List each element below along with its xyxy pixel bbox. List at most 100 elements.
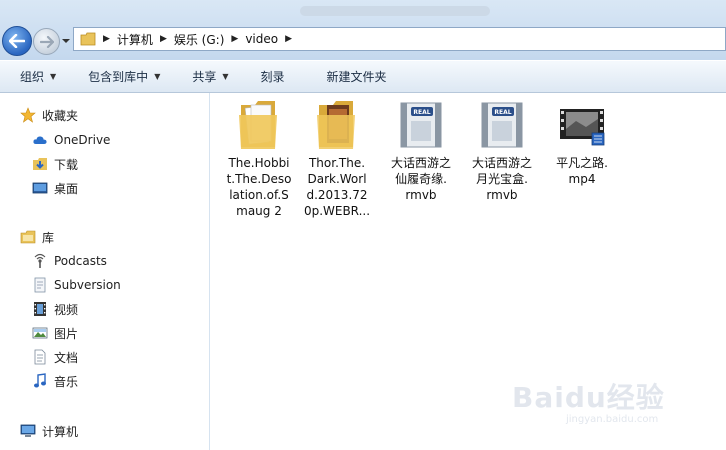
chevron-right-icon[interactable]: ▶ xyxy=(103,34,110,44)
file-item[interactable]: 平凡之路. mp4 xyxy=(544,99,620,187)
address-bar[interactable]: ▶ 计算机 ▶ 娱乐 (G:) ▶ video ▶ xyxy=(73,27,726,51)
new-folder-label: 新建文件夹 xyxy=(326,70,387,84)
file-name-line: d.2013.72 xyxy=(306,188,368,202)
file-name: 大话西游之 仙履奇缘. rmvb xyxy=(383,155,459,203)
arrow-left-icon xyxy=(9,34,25,48)
include-in-library-button[interactable]: 包含到库中 ▼ xyxy=(88,68,160,85)
watermark-subtext: jingyan.baidu.com xyxy=(566,414,659,425)
share-menu-button[interactable]: 共享 ▼ xyxy=(192,68,228,85)
video-file-icon xyxy=(560,109,605,146)
share-label: 共享 xyxy=(192,70,217,84)
forward-button[interactable] xyxy=(33,28,60,55)
dropdown-arrow-icon: ▼ xyxy=(50,72,57,81)
film-strip-icon xyxy=(34,302,46,316)
sidebar-item-podcasts[interactable]: Podcasts xyxy=(32,251,107,271)
chevron-right-icon[interactable]: ▶ xyxy=(285,34,292,44)
file-name-line: Thor.The. xyxy=(308,156,366,170)
folder-with-documents-icon xyxy=(239,101,277,149)
sidebar-label: 计算机 xyxy=(42,424,79,439)
sidebar-item-music[interactable]: 音乐 xyxy=(32,371,78,391)
real-badge-text: REAL xyxy=(494,109,511,116)
sidebar-item-subversion[interactable]: Subversion xyxy=(32,275,121,295)
file-name: The.Hobbi t.The.Deso lation.of.S maug 2 xyxy=(221,155,297,219)
file-name-line: mp4 xyxy=(568,172,596,186)
sidebar-label: 音乐 xyxy=(54,374,79,389)
file-name-line: 月光宝盒. xyxy=(476,172,528,186)
back-button[interactable] xyxy=(2,26,32,56)
chevron-right-icon[interactable]: ▶ xyxy=(160,34,167,44)
sidebar-item-downloads[interactable]: 下载 xyxy=(32,154,78,174)
file-name-line: Dark.Worl xyxy=(307,172,367,186)
realplayer-file-icon: REAL xyxy=(400,102,442,148)
burn-button[interactable]: 刻录 xyxy=(261,68,285,85)
recent-pages-dropdown-icon[interactable] xyxy=(61,36,71,46)
file-item[interactable]: REAL 大话西游之 仙履奇缘. rmvb xyxy=(383,99,459,203)
file-item[interactable]: Thor.The. Dark.Worl d.2013.72 0p.WEBR... xyxy=(299,99,375,219)
file-name-line: 0p.WEBR... xyxy=(303,204,371,218)
breadcrumb-drive-g[interactable]: 娱乐 (G:) xyxy=(174,31,225,48)
sidebar-item-desktop[interactable]: 桌面 xyxy=(32,178,78,198)
watermark-text: Baidu经验 xyxy=(512,381,665,414)
sidebar-label: OneDrive xyxy=(54,133,111,147)
file-name-line: rmvb xyxy=(405,188,437,202)
music-note-icon xyxy=(34,373,46,388)
folder-with-movie-poster-icon xyxy=(317,101,355,149)
include-in-library-label: 包含到库中 xyxy=(88,70,149,84)
file-name-line: 仙履奇缘. xyxy=(395,172,447,186)
organize-menu-button[interactable]: 组织 ▼ xyxy=(20,68,56,85)
baidu-watermark: Baidu经验 jingyan.baidu.com xyxy=(506,364,686,434)
sidebar-item-computer[interactable]: 计算机 xyxy=(20,421,78,441)
cloud-icon xyxy=(33,136,47,144)
sidebar-item-favorites[interactable]: 收藏夹 xyxy=(20,105,78,125)
sidebar-label: 收藏夹 xyxy=(42,108,79,123)
document-library-icon xyxy=(34,277,46,293)
folder-icon xyxy=(80,32,96,46)
command-toolbar: 组织 ▼ 包含到库中 ▼ 共享 ▼ 刻录 新建文件夹 xyxy=(0,60,726,93)
blurred-window-title xyxy=(300,6,490,16)
file-name: 平凡之路. mp4 xyxy=(544,155,620,187)
file-name-line: maug 2 xyxy=(236,204,282,218)
sidebar-label: Subversion xyxy=(54,278,121,292)
breadcrumb-video[interactable]: video xyxy=(245,32,278,46)
file-name: 大话西游之 月光宝盒. rmvb xyxy=(464,155,540,203)
file-item[interactable]: REAL 大话西游之 月光宝盒. rmvb xyxy=(464,99,540,203)
sidebar-label: 视频 xyxy=(54,302,79,317)
file-list-view[interactable]: The.Hobbi t.The.Deso lation.of.S maug 2 … xyxy=(211,93,726,450)
arrow-right-icon xyxy=(39,35,54,48)
sidebar-item-onedrive[interactable]: OneDrive xyxy=(32,130,110,150)
real-badge-text: REAL xyxy=(413,109,430,116)
dropdown-arrow-icon: ▼ xyxy=(222,72,229,81)
file-name-line: 大话西游之 xyxy=(471,156,532,170)
file-name-line: 平凡之路. xyxy=(556,156,608,170)
sidebar-item-videos[interactable]: 视频 xyxy=(32,299,78,319)
sidebar-item-pictures[interactable]: 图片 xyxy=(32,323,78,343)
sidebar-label: Podcasts xyxy=(54,254,107,268)
organize-label: 组织 xyxy=(20,70,45,84)
file-name-line: 大话西游之 xyxy=(390,156,451,170)
file-item[interactable]: The.Hobbi t.The.Deso lation.of.S maug 2 xyxy=(221,99,297,219)
new-folder-button[interactable]: 新建文件夹 xyxy=(327,68,387,85)
realplayer-file-icon: REAL xyxy=(481,102,523,148)
document-icon xyxy=(34,349,46,365)
sidebar-item-documents[interactable]: 文档 xyxy=(32,347,78,367)
navigation-pane: 收藏夹 OneDrive 下载 桌面 库 Podcasts Subversion… xyxy=(0,93,210,450)
podcast-icon xyxy=(34,253,46,268)
sidebar-item-libraries[interactable]: 库 xyxy=(20,227,54,247)
star-icon xyxy=(20,107,36,123)
dropdown-arrow-icon: ▼ xyxy=(154,72,161,81)
sidebar-label: 图片 xyxy=(54,326,79,341)
file-name-line: t.The.Deso xyxy=(226,172,292,186)
sidebar-label: 下载 xyxy=(54,157,79,172)
sidebar-label: 库 xyxy=(42,230,55,245)
sidebar-label: 文档 xyxy=(54,350,79,365)
downloads-folder-icon xyxy=(33,158,47,170)
breadcrumb-computer[interactable]: 计算机 xyxy=(117,31,153,48)
file-name-line: The.Hobbi xyxy=(228,156,290,170)
file-name: Thor.The. Dark.Worl d.2013.72 0p.WEBR... xyxy=(299,155,375,219)
file-name-line: rmvb xyxy=(486,188,518,202)
computer-icon xyxy=(20,424,36,437)
sidebar-label: 桌面 xyxy=(54,181,79,196)
chevron-right-icon[interactable]: ▶ xyxy=(231,34,238,44)
window-titlebar: ▶ 计算机 ▶ 娱乐 (G:) ▶ video ▶ xyxy=(0,0,726,60)
library-icon xyxy=(20,230,36,244)
